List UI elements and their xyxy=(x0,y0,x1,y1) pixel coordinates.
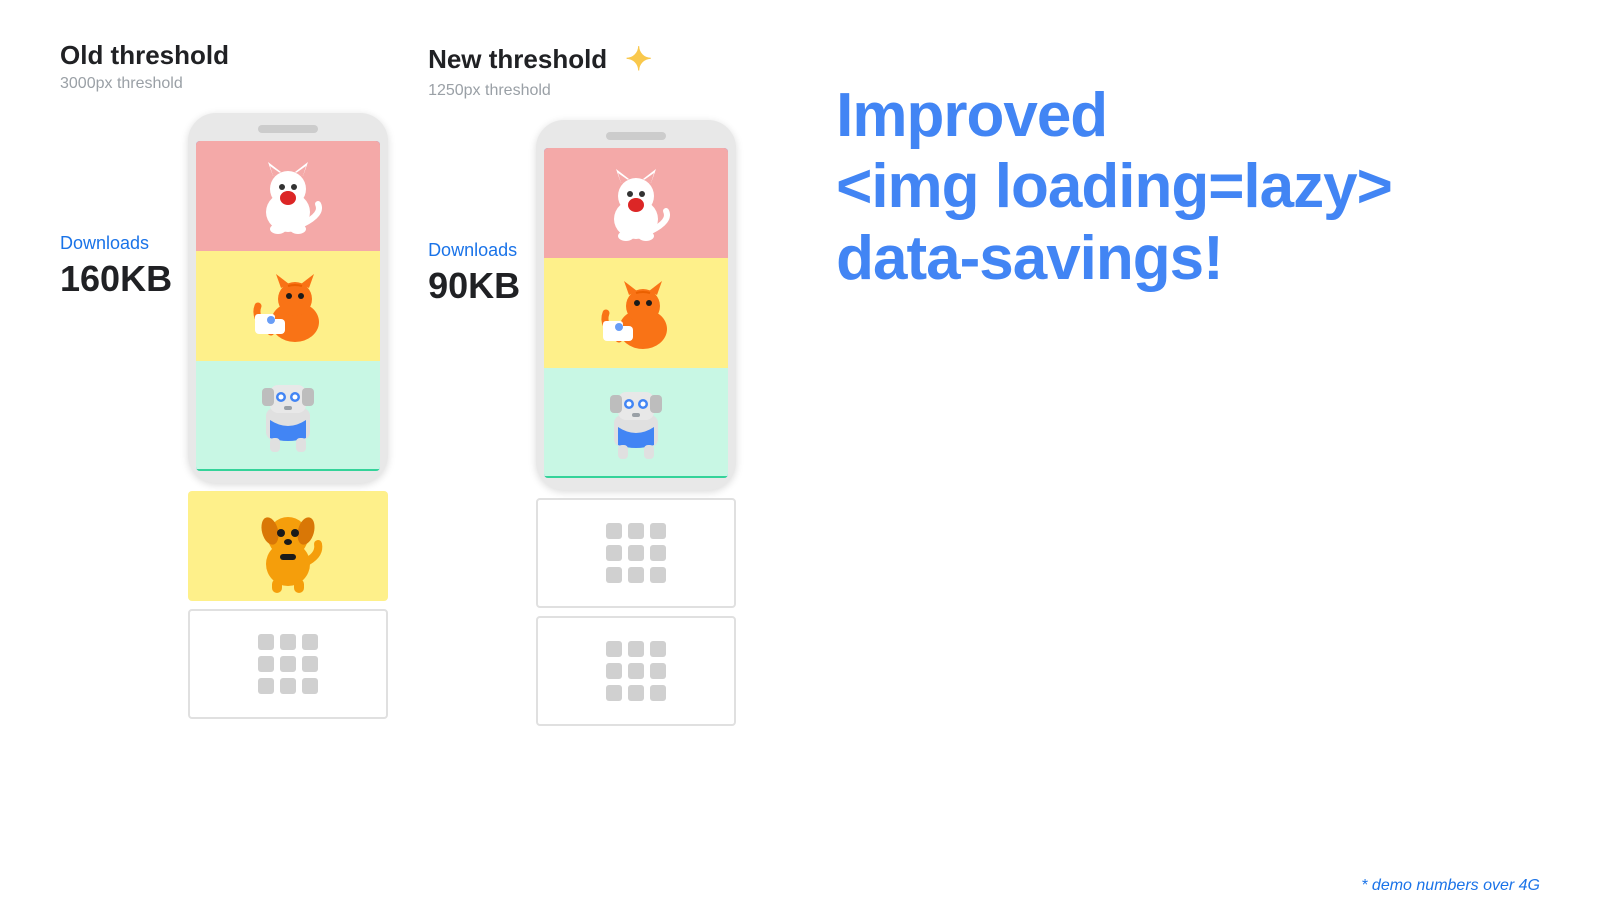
right-image-2 xyxy=(544,258,728,368)
main-container: Old threshold 3000px threshold Downloads… xyxy=(0,0,1600,919)
left-downloads-label: Downloads xyxy=(60,233,149,254)
right-subtitle-text: 1250px threshold xyxy=(428,82,652,100)
left-subtitle-text: 3000px threshold xyxy=(60,75,229,93)
left-phone-container xyxy=(188,113,388,719)
orange-cat-icon xyxy=(243,264,333,349)
left-stats: Downloads 160KB xyxy=(60,113,172,300)
left-panel-title: Old threshold xyxy=(60,40,229,71)
right-downloads-value: 90KB xyxy=(428,265,520,307)
right-panel: New threshold ✦ 1250px threshold Downloa… xyxy=(428,40,736,726)
left-phone-screen xyxy=(196,141,380,471)
left-image-3 xyxy=(196,361,380,471)
right-panel-header: New threshold ✦ 1250px threshold xyxy=(428,40,652,100)
sparkle-icon: ✦ xyxy=(625,40,652,78)
right-downloads-label: Downloads xyxy=(428,240,517,261)
headline: Improved <img loading=lazy> data-savings… xyxy=(836,80,1540,294)
right-phone xyxy=(536,120,736,490)
right-below-phone xyxy=(536,498,736,726)
left-below-phone xyxy=(188,491,388,719)
left-image-1 xyxy=(196,141,380,251)
left-panel: Old threshold 3000px threshold Downloads… xyxy=(60,40,388,719)
right-image-4-loading xyxy=(536,498,736,608)
white-cat-icon xyxy=(243,154,333,239)
demo-note: * demo numbers over 4G xyxy=(1361,877,1540,895)
left-image-5-loading xyxy=(188,609,388,719)
right-phone-container xyxy=(536,120,736,726)
phone-notch xyxy=(258,125,318,133)
headline-line2: <img loading=lazy> xyxy=(836,151,1540,222)
loading-spinner-left xyxy=(258,634,318,694)
right-image-1 xyxy=(544,148,728,258)
left-downloads-value: 160KB xyxy=(60,258,172,300)
right-image-3 xyxy=(544,368,728,478)
yellow-dog-icon xyxy=(248,499,328,594)
right-title-text: New threshold xyxy=(428,44,607,75)
white-cat-icon-2 xyxy=(591,161,681,246)
orange-cat-icon-2 xyxy=(591,271,681,356)
loading-spinner-right-1 xyxy=(606,523,666,583)
left-title-text: Old threshold xyxy=(60,40,229,71)
left-panel-header: Old threshold 3000px threshold xyxy=(60,40,229,93)
left-image-2 xyxy=(196,251,380,361)
right-phone-screen xyxy=(544,148,728,478)
robot-dog-icon-2 xyxy=(596,377,676,467)
right-panel-body: Downloads 90KB xyxy=(428,120,736,726)
loading-spinner-right-2 xyxy=(606,641,666,701)
right-phone-notch xyxy=(606,132,666,140)
right-stats: Downloads 90KB xyxy=(428,120,520,307)
headline-line3: data-savings! xyxy=(836,223,1540,294)
right-panel-title: New threshold ✦ xyxy=(428,40,652,78)
right-image-5-loading xyxy=(536,616,736,726)
headline-line1: Improved xyxy=(836,80,1540,151)
robot-dog-icon xyxy=(248,370,328,460)
left-phone xyxy=(188,113,388,483)
left-panel-body: Downloads 160KB xyxy=(60,113,388,719)
right-text-content: Improved <img loading=lazy> data-savings… xyxy=(776,40,1540,294)
left-image-4 xyxy=(188,491,388,601)
